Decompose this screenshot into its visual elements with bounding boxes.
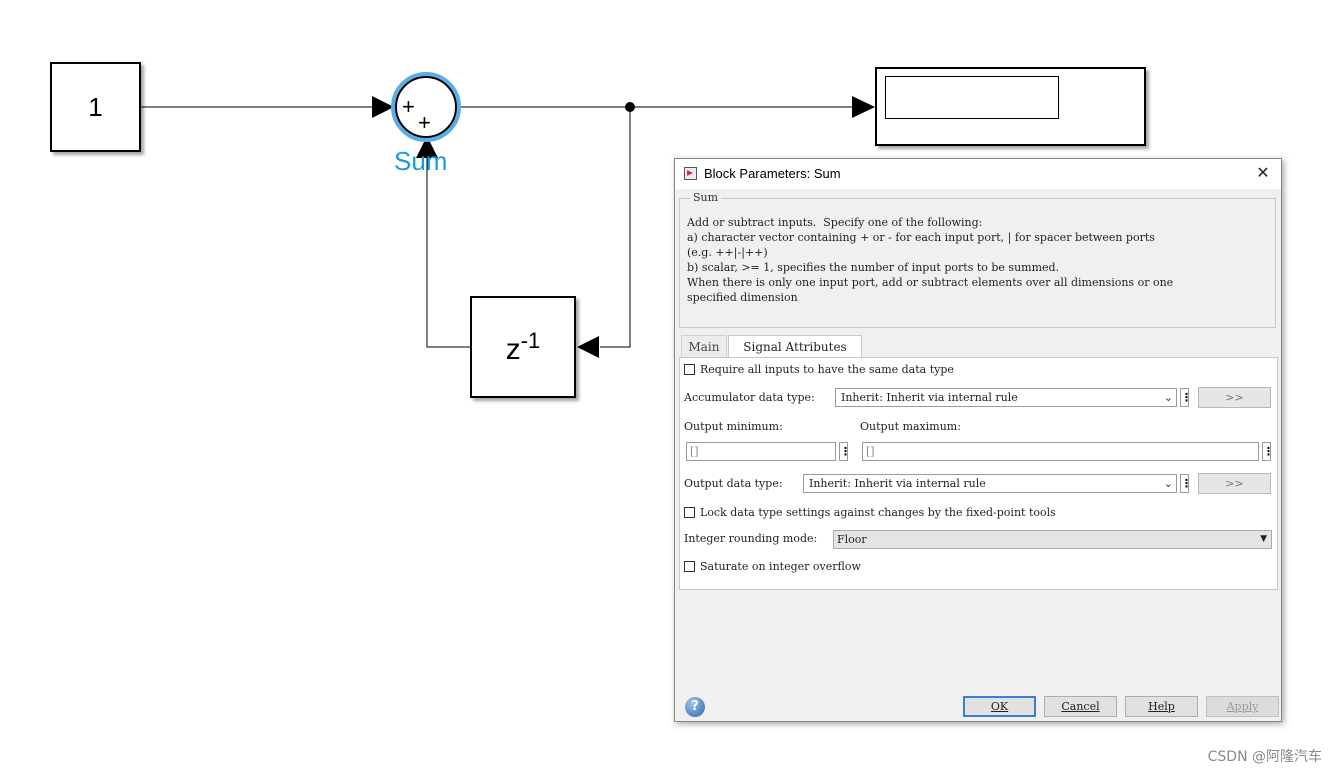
chevron-down-icon: ⌄	[1163, 391, 1173, 404]
more-options-icon[interactable]: ⋮	[1180, 474, 1192, 493]
ok-button[interactable]: OK	[963, 696, 1036, 717]
help-icon[interactable]: ?	[685, 697, 705, 717]
display-value-field	[885, 76, 1059, 119]
chevron-down-icon: ⌄	[1163, 477, 1173, 490]
group-title: Sum	[690, 191, 722, 204]
signal-line-delay-to-sum[interactable]	[426, 158, 470, 348]
output-max-input[interactable]: []	[862, 442, 1259, 461]
arrowhead-sum-input1	[372, 96, 394, 118]
dialog-title: Block Parameters: Sum	[704, 166, 841, 181]
require-same-type-label: Require all inputs to have the same data…	[700, 363, 954, 376]
accumulator-type-select[interactable]: Inherit: Inherit via internal rule ⌄	[835, 388, 1177, 407]
dialog-titlebar[interactable]: Block Parameters: Sum ✕	[675, 159, 1281, 189]
lock-datatype-checkbox[interactable]	[684, 507, 695, 518]
output-type-value: Inherit: Inherit via internal rule	[809, 477, 986, 490]
arrowhead-delay-input	[577, 336, 599, 358]
close-icon[interactable]: ✕	[1253, 163, 1273, 183]
output-min-input[interactable]: []	[686, 442, 836, 461]
output-type-assistant-button[interactable]: >>	[1198, 473, 1271, 494]
tab-main[interactable]: Main	[681, 335, 727, 357]
delay-exponent: -1	[520, 327, 541, 353]
rounding-mode-select[interactable]: Floor ▼	[833, 530, 1272, 549]
unit-delay-block[interactable]: z-1	[470, 296, 576, 398]
rounding-mode-label: Integer rounding mode:	[684, 532, 818, 545]
more-options-icon[interactable]: ⋮	[1262, 442, 1274, 461]
cancel-button[interactable]: Cancel	[1044, 696, 1117, 717]
apply-button[interactable]: Apply	[1206, 696, 1279, 717]
arrowhead-display-input	[852, 96, 875, 118]
simulink-block-icon	[684, 167, 697, 180]
sum-block-label[interactable]: Sum	[394, 146, 447, 177]
accumulator-type-value: Inherit: Inherit via internal rule	[841, 391, 1018, 404]
output-type-select[interactable]: Inherit: Inherit via internal rule ⌄	[803, 474, 1177, 493]
display-block[interactable]	[875, 67, 1146, 146]
block-description: Add or subtract inputs. Specify one of t…	[687, 216, 1174, 304]
delay-label: z-1	[506, 328, 541, 367]
more-options-icon[interactable]: ⋮	[839, 442, 851, 461]
saturate-label: Saturate on integer overflow	[700, 560, 861, 573]
block-parameters-dialog: Block Parameters: Sum ✕ Sum Add or subtr…	[674, 158, 1282, 722]
accumulator-assistant-button[interactable]: >>	[1198, 387, 1271, 408]
sum-sign-2: +	[418, 110, 431, 135]
help-button[interactable]: Help	[1125, 696, 1198, 717]
watermark: CSDN @阿隆汽车	[1207, 749, 1322, 765]
require-same-type-checkbox[interactable]	[684, 364, 695, 375]
constant-value: 1	[88, 91, 103, 122]
output-type-label: Output data type:	[684, 477, 783, 490]
output-min-label: Output minimum:	[684, 420, 783, 433]
constant-block[interactable]: 1	[50, 62, 141, 152]
lock-datatype-label: Lock data type settings against changes …	[700, 506, 1056, 519]
signal-attributes-panel: Require all inputs to have the same data…	[679, 357, 1278, 590]
accumulator-type-label: Accumulator data type:	[684, 391, 815, 404]
sum-sign-1: +	[402, 94, 415, 119]
output-max-label: Output maximum:	[860, 420, 961, 433]
description-group: Sum Add or subtract inputs. Specify one …	[679, 191, 1276, 328]
rounding-mode-value: Floor	[837, 533, 867, 546]
dropdown-triangle-icon: ▼	[1260, 534, 1267, 544]
delay-base: z	[505, 332, 521, 366]
signal-line-branch-to-delay[interactable]	[600, 107, 631, 348]
tab-signal-attributes[interactable]: Signal Attributes	[728, 335, 862, 358]
more-options-icon[interactable]: ⋮	[1180, 388, 1192, 407]
saturate-checkbox[interactable]	[684, 561, 695, 572]
